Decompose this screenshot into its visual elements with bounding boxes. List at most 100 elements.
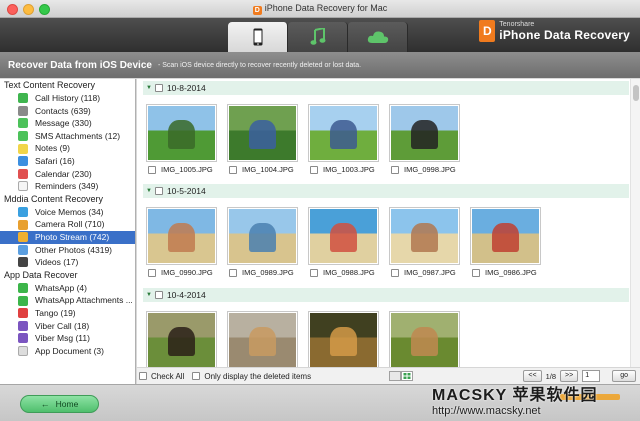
tab-icloud-backup[interactable] <box>348 22 408 52</box>
sidebar-item[interactable]: SMS Attachments (12) <box>0 130 135 143</box>
photo-item[interactable] <box>146 311 226 367</box>
photo-thumbnail[interactable] <box>308 311 379 367</box>
only-deleted-checkbox[interactable] <box>192 372 201 380</box>
photo-checkbox[interactable] <box>229 268 237 277</box>
sidebar-item[interactable]: Photo Stream (742) <box>0 230 135 244</box>
photo-item[interactable]: IMG_0998.JPG <box>389 104 469 174</box>
sidebar-item[interactable]: Reminders (349) <box>0 180 135 193</box>
photo-item[interactable]: IMG_1003.JPG <box>308 104 388 174</box>
home-button[interactable]: ← Home <box>20 395 99 413</box>
viber-call-icon <box>18 320 28 331</box>
photo-checkbox[interactable] <box>148 268 156 277</box>
photo-thumbnail[interactable] <box>227 311 298 367</box>
photo-subject <box>249 222 276 253</box>
photo-checkbox[interactable] <box>391 268 399 277</box>
sidebar-item[interactable]: WhatsApp Attachments ... <box>0 294 135 307</box>
photo-item[interactable]: IMG_0990.JPG <box>146 207 226 277</box>
photo-subject <box>330 326 357 357</box>
voice-memo-icon <box>18 207 28 218</box>
sidebar-item-label: Reminders (349) <box>35 181 99 192</box>
only-deleted-control[interactable]: Only display the deleted items <box>192 372 317 381</box>
photo-thumbnail[interactable] <box>389 311 460 367</box>
triangle-down-icon[interactable]: ▼ <box>146 85 152 91</box>
date-group-header[interactable]: ▼ 10-8-2014 <box>143 81 629 95</box>
sidebar-item-label: Contacts (639) <box>35 105 91 116</box>
sidebar-section-header: App Data Recover <box>4 269 78 280</box>
photo-thumbnail[interactable] <box>227 104 298 162</box>
photo-item[interactable] <box>227 311 307 367</box>
photo-thumbnail[interactable] <box>146 207 217 265</box>
sidebar-item[interactable]: Viber Msg (11) <box>0 332 135 345</box>
home-button-label: Home <box>55 399 79 409</box>
date-group-header[interactable]: ▼ 10-5-2014 <box>143 184 629 198</box>
date-group-checkbox[interactable] <box>154 84 163 92</box>
sms-attachment-icon <box>18 131 28 142</box>
tab-itunes-backup[interactable] <box>288 22 348 52</box>
photo-thumbnail[interactable] <box>308 207 379 265</box>
photo-item[interactable] <box>389 311 469 367</box>
grid-view-button[interactable] <box>401 371 413 381</box>
photo-thumbnail[interactable] <box>146 311 217 367</box>
date-group-checkbox[interactable] <box>154 187 163 195</box>
photo-image <box>391 313 458 367</box>
brand-product: iPhone Data Recovery <box>499 27 630 42</box>
sidebar-item[interactable]: Voice Memos (34) <box>0 206 135 219</box>
triangle-down-icon[interactable]: ▼ <box>146 292 152 298</box>
photo-caption: IMG_1003.JPG <box>308 165 388 174</box>
photo-item[interactable]: IMG_0986.JPG <box>470 207 550 277</box>
sidebar-item[interactable]: Calendar (230) <box>0 168 135 181</box>
photo-thumbnail[interactable] <box>389 104 460 162</box>
phone-icon <box>253 28 262 46</box>
photo-filename: IMG_1004.JPG <box>242 165 294 174</box>
photo-item[interactable]: IMG_0987.JPG <box>389 207 469 277</box>
sidebar-item-label: Camera Roll (710) <box>35 219 105 230</box>
photo-thumbnail[interactable] <box>227 207 298 265</box>
photo-item[interactable]: IMG_0988.JPG <box>308 207 388 277</box>
photo-item[interactable]: IMG_1004.JPG <box>227 104 307 174</box>
check-all-control[interactable]: Check All <box>139 372 190 381</box>
thumbnail-row <box>146 311 470 367</box>
photo-checkbox[interactable] <box>310 268 318 277</box>
scrollbar-thumb[interactable] <box>633 85 639 101</box>
sidebar-item[interactable]: Call History (118) <box>0 92 135 105</box>
photo-caption: IMG_1004.JPG <box>227 165 307 174</box>
sidebar-item[interactable]: Camera Roll (710) <box>0 218 135 231</box>
photo-image <box>391 209 458 263</box>
photo-thumbnail[interactable] <box>146 104 217 162</box>
music-note-icon <box>310 28 325 45</box>
photo-thumbnail[interactable] <box>308 104 379 162</box>
photo-checkbox[interactable] <box>310 165 318 174</box>
photo-checkbox[interactable] <box>472 268 480 277</box>
sidebar-item-label: Safari (16) <box>35 155 75 166</box>
sidebar-item[interactable]: Contacts (639) <box>0 105 135 118</box>
sidebar-item[interactable]: Viber Call (18) <box>0 320 135 333</box>
photo-image <box>472 209 539 263</box>
photo-checkbox[interactable] <box>391 165 399 174</box>
sidebar-item-label: Voice Memos (34) <box>35 206 104 217</box>
sidebar-item[interactable]: Tango (19) <box>0 307 135 320</box>
photo-image <box>148 209 215 263</box>
photo-thumbnail[interactable] <box>470 207 541 265</box>
sidebar-item[interactable]: Message (330) <box>0 117 135 130</box>
sidebar-item[interactable]: Videos (17) <box>0 256 135 269</box>
date-group-header[interactable]: ▼ 10-4-2014 <box>143 288 629 302</box>
photo-image <box>148 106 215 160</box>
photo-item[interactable]: IMG_1005.JPG <box>146 104 226 174</box>
photo-checkbox[interactable] <box>148 165 156 174</box>
photo-thumbnail[interactable] <box>389 207 460 265</box>
sidebar-item[interactable]: Safari (16) <box>0 155 135 168</box>
sidebar-item[interactable]: Notes (9) <box>0 142 135 155</box>
photo-item[interactable] <box>308 311 388 367</box>
triangle-down-icon[interactable]: ▼ <box>146 188 152 194</box>
check-all-checkbox[interactable] <box>139 372 147 380</box>
tab-ios-device[interactable] <box>228 22 288 52</box>
date-group-checkbox[interactable] <box>154 291 163 299</box>
sidebar-item[interactable]: Other Photos (4319) <box>0 244 135 257</box>
vertical-scrollbar[interactable] <box>630 79 640 367</box>
sidebar-item[interactable]: WhatsApp (4) <box>0 282 135 295</box>
photo-checkbox[interactable] <box>229 165 237 174</box>
sidebar-item[interactable]: App Document (3) <box>0 345 135 358</box>
list-view-button[interactable] <box>389 371 401 381</box>
photo-item[interactable]: IMG_0989.JPG <box>227 207 307 277</box>
photo-subject <box>330 119 357 150</box>
